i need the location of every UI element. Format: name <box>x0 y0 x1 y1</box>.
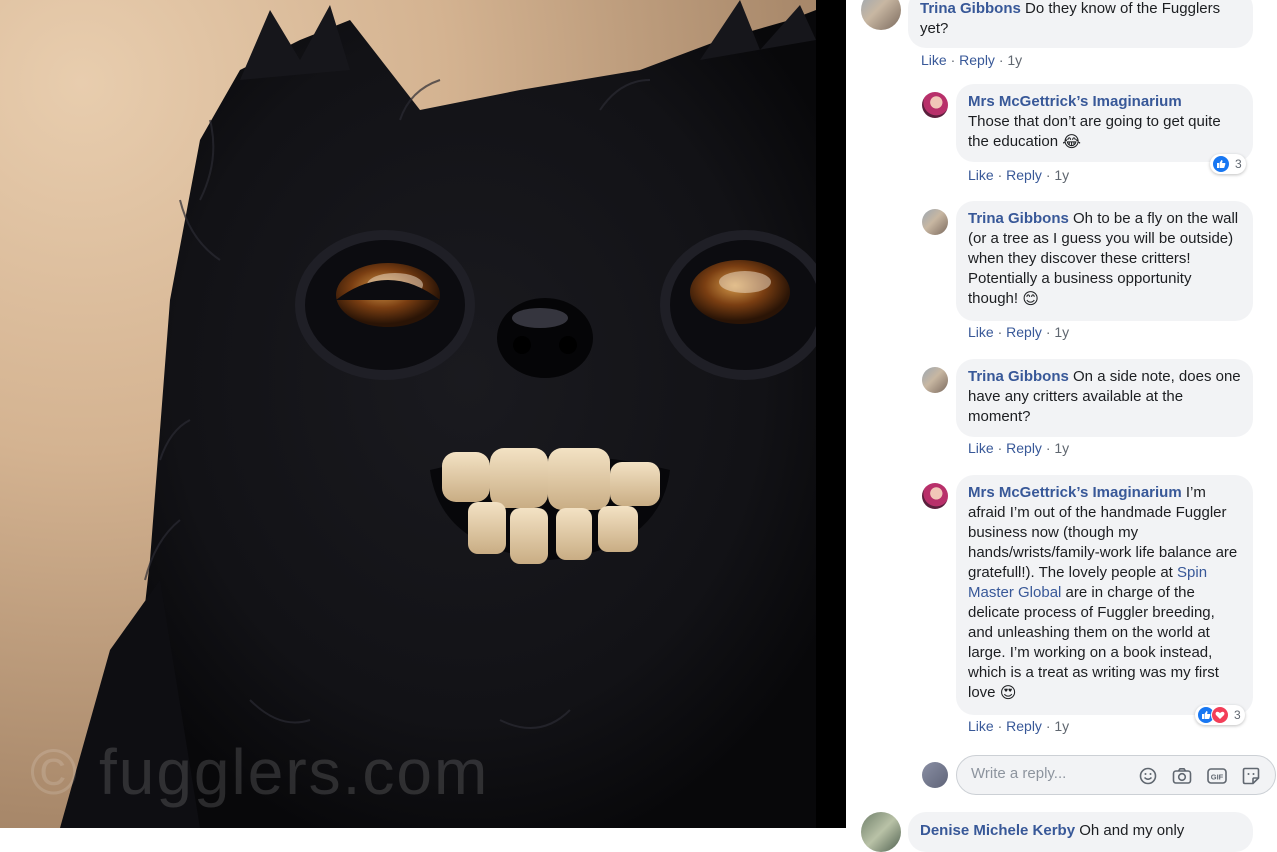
like-link[interactable]: Like <box>968 167 994 183</box>
like-link[interactable]: Like <box>968 324 994 340</box>
reaction-summary[interactable]: 3 <box>1210 154 1246 174</box>
love-reaction-icon <box>1211 706 1229 724</box>
avatar[interactable] <box>861 812 901 852</box>
photo-divider <box>816 0 846 828</box>
like-link[interactable]: Like <box>921 52 947 68</box>
comment-bubble: Mrs McGettrick’s Imaginarium I’m afraid … <box>956 475 1253 715</box>
reply-box: GIF <box>956 755 1276 795</box>
heart-eyes-emoji-icon: 😍 <box>999 685 1017 702</box>
comment-bubble: Trina Gibbons Oh to be a fly on the wall… <box>956 201 1253 321</box>
comment-time[interactable]: 1y <box>1054 324 1069 340</box>
comment-text: Oh and my only <box>1079 822 1185 839</box>
avatar[interactable] <box>922 367 948 393</box>
comment-actions: Like · Reply · 1y <box>921 52 1023 68</box>
comment-actions: Like · Reply · 1y <box>968 324 1070 340</box>
comment-time[interactable]: 1y <box>1054 440 1069 456</box>
comment-author[interactable]: Trina Gibbons <box>920 0 1021 17</box>
comment-bubble: Denise Michele Kerby Oh and my only <box>908 812 1253 852</box>
reply-link[interactable]: Reply <box>959 52 995 68</box>
reaction-count: 3 <box>1235 157 1242 171</box>
emoji-icon[interactable] <box>1137 765 1159 787</box>
fuggler-photo: © fugglers.com <box>0 0 816 828</box>
comment-author[interactable]: Trina Gibbons <box>968 210 1069 227</box>
reaction-summary[interactable]: 3 <box>1195 705 1245 725</box>
reply-link[interactable]: Reply <box>1006 440 1042 456</box>
avatar[interactable] <box>922 92 948 118</box>
like-reaction-icon <box>1212 155 1230 173</box>
comment-text-continued: are in charge of the delicate process of… <box>968 584 1219 701</box>
comment-bubble: Trina Gibbons On a side note, does one h… <box>956 359 1253 437</box>
avatar[interactable] <box>922 483 948 509</box>
like-link[interactable]: Like <box>968 440 994 456</box>
comment-actions: Like · Reply · 1y <box>968 718 1070 734</box>
comment-bubble: Trina Gibbons Do they know of the Fuggle… <box>908 0 1253 48</box>
comment-author[interactable]: Mrs McGettrick’s Imaginarium <box>968 484 1182 501</box>
reply-input[interactable] <box>971 765 1121 782</box>
comment-author[interactable]: Denise Michele Kerby <box>920 822 1075 839</box>
comment-time[interactable]: 1y <box>1054 167 1069 183</box>
like-link[interactable]: Like <box>968 718 994 734</box>
gif-icon[interactable]: GIF <box>1206 765 1228 787</box>
comment-bubble: Mrs McGettrick’s Imaginarium Those that … <box>956 84 1253 162</box>
svg-text:GIF: GIF <box>1211 773 1224 782</box>
comment-text: Those that don’t are going to get quite … <box>968 113 1221 150</box>
comment-time[interactable]: 1y <box>1054 718 1069 734</box>
camera-icon[interactable] <box>1171 765 1193 787</box>
laughing-emoji-icon: 😂 <box>1062 134 1081 151</box>
comment-author[interactable]: Trina Gibbons <box>968 368 1069 385</box>
fuggler-photo-drawing <box>60 0 816 828</box>
comment-author[interactable]: Mrs McGettrick’s Imaginarium <box>968 92 1241 112</box>
reaction-count: 3 <box>1234 708 1241 722</box>
avatar[interactable] <box>922 209 948 235</box>
photo-watermark: © fugglers.com <box>30 736 490 808</box>
reply-link[interactable]: Reply <box>1006 718 1042 734</box>
reply-link[interactable]: Reply <box>1006 167 1042 183</box>
sticker-icon[interactable] <box>1240 765 1262 787</box>
reply-link[interactable]: Reply <box>1006 324 1042 340</box>
comment-actions: Like · Reply · 1y <box>968 440 1070 456</box>
my-avatar <box>922 762 948 788</box>
comment-time[interactable]: 1y <box>1007 52 1022 68</box>
comment-actions: Like · Reply · 1y <box>968 167 1070 183</box>
smiling-emoji-icon: 😊 <box>1022 291 1039 308</box>
